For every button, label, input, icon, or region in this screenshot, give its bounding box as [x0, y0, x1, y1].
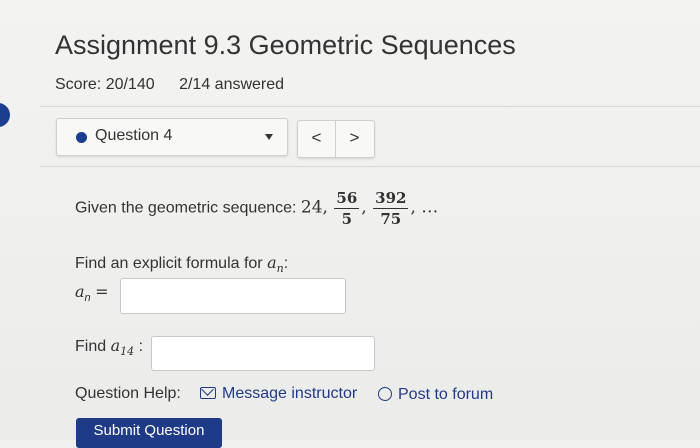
envelope-icon: [200, 387, 216, 399]
term-2-fraction: 56 5: [334, 188, 360, 229]
submit-question-button[interactable]: Submit Question: [76, 418, 222, 448]
post-to-forum-text: Post to forum: [398, 386, 494, 403]
question-prompt: Given the geometric sequence:: [75, 199, 297, 217]
question-status-dot: [76, 132, 87, 143]
term-3-numerator: 392: [373, 189, 409, 209]
term-2-numerator: 56: [334, 189, 360, 209]
formula-variable: an: [267, 253, 284, 275]
part-2-text: Find: [75, 338, 107, 355]
question-select-label: Question 4: [95, 127, 173, 144]
divider: [40, 106, 700, 107]
question-nav: < >: [297, 120, 375, 158]
divider: [40, 166, 700, 167]
equals-sign: =: [95, 282, 109, 301]
explicit-formula-input[interactable]: [120, 278, 346, 314]
term-3-denominator: 75: [380, 210, 402, 228]
first-term: 24,: [300, 197, 328, 218]
label-sub: n: [84, 292, 91, 304]
colon: :: [138, 338, 144, 355]
previous-question-button[interactable]: <: [298, 121, 336, 157]
colon: :: [283, 255, 289, 272]
score-text: Score: 20/140: [55, 76, 155, 93]
question-text: Given the geometric sequence: 24, 56 5 ,…: [75, 188, 438, 229]
var-sub: 14: [120, 345, 135, 358]
chat-bubble-icon: [378, 387, 392, 401]
part-2-prompt: Find a14 :: [75, 336, 144, 358]
question-help-label: Question Help:: [75, 385, 181, 402]
next-question-button[interactable]: >: [336, 121, 373, 157]
label-var: a: [75, 282, 85, 301]
term-separator: ,: [361, 197, 367, 218]
a14-input[interactable]: [151, 336, 375, 371]
var-sub: n: [276, 262, 284, 275]
answer-1-label: an =: [75, 282, 109, 304]
part-1-prompt: Find an explicit formula for an:: [75, 253, 289, 275]
question-select[interactable]: Question 4: [56, 118, 288, 156]
var-a: a: [110, 336, 121, 355]
score-row: Score: 20/140 2/14 answered: [55, 76, 304, 94]
answered-count: 2/14 answered: [179, 76, 285, 93]
part-1-text: Find an explicit formula for: [75, 255, 263, 272]
chevron-down-icon: [265, 134, 273, 140]
assignment-title: Assignment 9.3 Geometric Sequences: [55, 30, 516, 60]
message-instructor-link[interactable]: Message instructor: [200, 385, 357, 403]
post-to-forum-link[interactable]: Post to forum: [378, 385, 493, 404]
message-instructor-text: Message instructor: [222, 385, 358, 402]
term-3-fraction: 392 75: [373, 188, 409, 229]
term-2-denominator: 5: [341, 210, 353, 228]
sequence-ellipsis: , …: [410, 197, 439, 218]
term-variable: a14: [110, 336, 135, 358]
var-a: a: [267, 253, 277, 272]
